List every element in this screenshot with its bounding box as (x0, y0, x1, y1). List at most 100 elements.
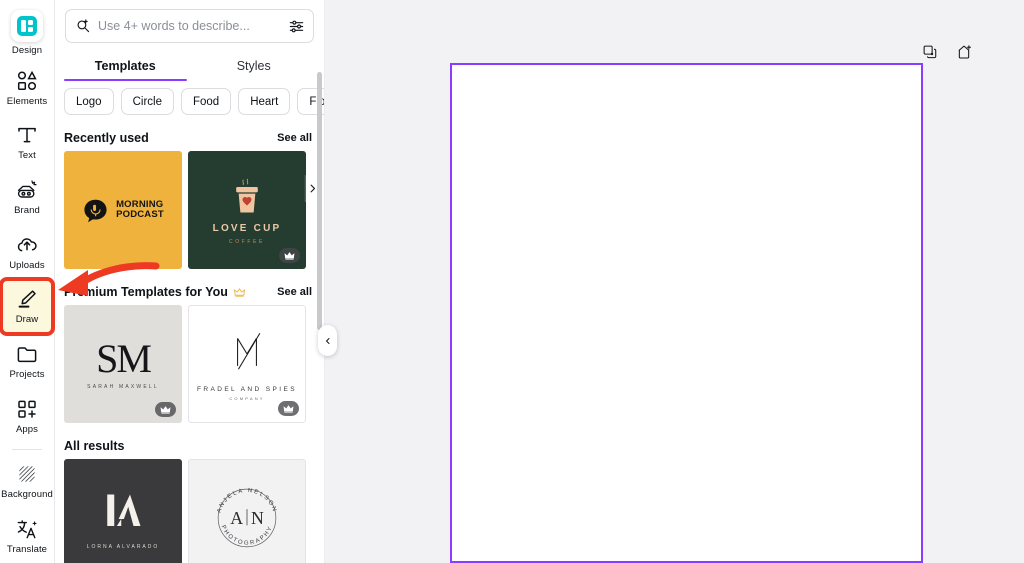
see-all-link[interactable]: See all (277, 132, 312, 144)
sidebar-item-design[interactable]: Design (1, 6, 53, 61)
sidebar-item-label: Text (18, 150, 36, 162)
section-header-recently-used: Recently used See all (55, 123, 324, 151)
filter-chip-row: Logo Circle Food Heart Flo (55, 78, 324, 123)
section-header-all-results: All results (55, 423, 324, 459)
brand-crown-icon (15, 178, 39, 202)
card-row-all-results: LORNA ALVARADO ANJELA NELSON PHOTOGRAPHY… (55, 459, 324, 563)
svg-text:N: N (251, 508, 264, 528)
fradel-and-spies-template-card[interactable]: FRADEL AND SPIES COMPANY (188, 305, 306, 423)
logo-subtitle: SARAH MAXWELL (87, 383, 159, 390)
section-title: All results (64, 439, 125, 453)
circular-badge-icon: ANJELA NELSON PHOTOGRAPHY A N (216, 488, 277, 548)
background-hatch-icon (15, 462, 39, 486)
chip-logo[interactable]: Logo (64, 88, 114, 115)
section-title: Recently used (64, 131, 149, 145)
magic-search-icon[interactable] (75, 18, 91, 34)
card-row-recently-used: MORNING PODCAST LOVE CUP COFFEE (55, 151, 324, 269)
love-cup-coffee-template-card[interactable]: LOVE CUP COFFEE (188, 151, 306, 269)
sidebar-item-elements[interactable]: Elements (1, 61, 53, 116)
logo-subtitle: LORNA ALVARADO (86, 543, 160, 550)
premium-crown-badge (279, 248, 300, 263)
apps-plus-icon (15, 397, 39, 421)
filter-sliders-icon[interactable] (288, 18, 305, 35)
fradel-and-spies-logo: FRADEL AND SPIES COMPANY (197, 328, 297, 401)
text-t-icon (15, 123, 39, 147)
sidebar-item-translate[interactable]: Translate (1, 508, 53, 563)
section-title: Premium Templates for You (64, 285, 228, 299)
podcast-bubble-icon (84, 199, 107, 222)
upload-cloud-icon (15, 233, 39, 257)
tab-styles[interactable]: Styles (190, 50, 319, 81)
svg-text:A: A (230, 508, 243, 528)
sidebar-item-label: Draw (15, 314, 39, 326)
chevron-left-icon (324, 332, 332, 350)
logo-line-1: LOVE CUP (212, 222, 282, 234)
sidebar-item-label: Design (11, 45, 43, 57)
sidebar-item-label: Background (1, 489, 53, 501)
see-all-link[interactable]: See all (277, 286, 312, 298)
logo-line-2: PODCAST (116, 209, 164, 220)
sidebar-item-uploads[interactable]: Uploads (1, 224, 53, 279)
sidebar-item-text[interactable]: Text (1, 115, 53, 170)
pen-draw-icon (15, 287, 39, 311)
collapse-panel-button[interactable] (318, 325, 337, 356)
premium-crown-badge (278, 401, 299, 416)
design-canvas-page[interactable] (450, 63, 923, 563)
tab-templates[interactable]: Templates (61, 50, 190, 81)
search-section (55, 0, 324, 43)
canva-editor-window: Design Elements Text Brand Uploads Draw … (0, 0, 1024, 563)
section-header-premium-templates: Premium Templates for You See all (55, 269, 324, 305)
search-box[interactable] (65, 9, 314, 43)
sidebar-item-label: Uploads (9, 259, 45, 271)
panel-scroll-body: Logo Circle Food Heart Flo Recently used… (55, 78, 324, 563)
sidebar-item-label: Translate (6, 543, 48, 555)
premium-crown-badge (155, 402, 176, 417)
morning-podcast-template-card[interactable]: MORNING PODCAST (64, 151, 182, 269)
love-cup-logo: LOVE CUP COFFEE (213, 176, 282, 245)
crown-icon (283, 405, 294, 413)
canvas-toolbar (922, 44, 972, 60)
duplicate-page-button[interactable] (922, 44, 938, 60)
chip-food[interactable]: Food (180, 88, 232, 115)
sidebar-item-label: Elements (6, 95, 48, 107)
search-input[interactable] (98, 19, 281, 33)
la-monogram-icon (107, 494, 141, 526)
left-sidebar-rail: Design Elements Text Brand Uploads Draw … (0, 0, 55, 563)
svg-text:PHOTOGRAPHY: PHOTOGRAPHY (220, 525, 275, 547)
chip-label: Logo (76, 95, 102, 108)
crown-icon (284, 252, 295, 260)
design-grid-icon (11, 10, 43, 43)
m-monogram-icon (237, 332, 261, 370)
morning-podcast-text: MORNING PODCAST (116, 199, 164, 221)
templates-panel: Templates Styles Logo Circle Food Heart … (55, 0, 325, 563)
sidebar-item-label: Projects (9, 368, 45, 380)
vertical-scrollbar[interactable] (317, 72, 322, 330)
sidebar-item-label: Apps (15, 423, 39, 435)
sidebar-item-brand[interactable]: Brand (1, 170, 53, 225)
translate-icon (15, 517, 39, 541)
chip-label: Food (192, 95, 220, 108)
chip-heart[interactable]: Heart (238, 88, 291, 115)
chip-label: Circle (132, 95, 162, 108)
chip-label: Heart (250, 95, 279, 108)
crown-icon (233, 287, 245, 297)
anjela-nelson-logo: ANJELA NELSON PHOTOGRAPHY A N (210, 481, 284, 555)
canvas-stage (325, 0, 1024, 563)
sarah-maxwell-template-card[interactable]: SM SARAH MAXWELL (64, 305, 182, 423)
tab-label: Styles (236, 59, 271, 73)
sidebar-item-draw[interactable]: Draw (0, 276, 55, 336)
logo-subtitle-2: COMPANY (229, 395, 265, 401)
chip-circle[interactable]: Circle (120, 88, 174, 115)
tab-label: Templates (94, 59, 156, 73)
sidebar-item-projects[interactable]: Projects (1, 334, 53, 389)
crown-icon (160, 406, 171, 414)
add-page-button[interactable] (956, 44, 972, 60)
panel-tabs: Templates Styles (55, 50, 324, 81)
lorna-alvarado-template-card[interactable]: LORNA ALVARADO (64, 459, 182, 563)
sidebar-item-background[interactable]: Background (1, 454, 53, 509)
anjela-nelson-template-card[interactable]: ANJELA NELSON PHOTOGRAPHY A N (188, 459, 306, 563)
sidebar-item-label: Brand (14, 205, 40, 217)
logo-subtitle: FRADEL AND SPIES (197, 385, 297, 393)
morning-podcast-logo: MORNING PODCAST (82, 197, 164, 224)
sidebar-item-apps[interactable]: Apps (1, 388, 53, 443)
